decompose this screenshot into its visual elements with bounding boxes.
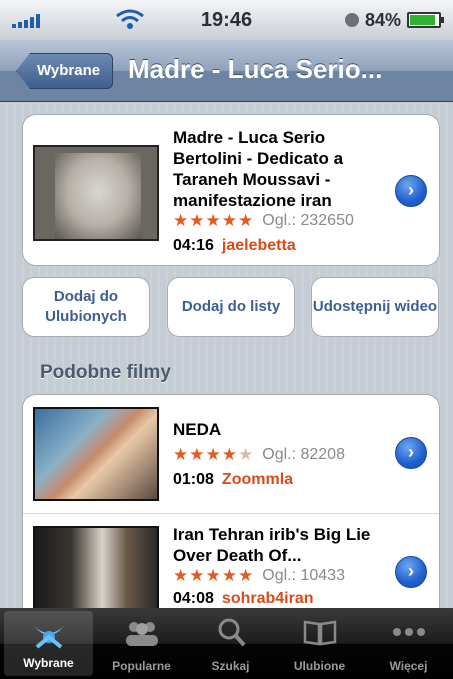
video-detail-card[interactable]: Madre - Luca Serio Bertolini - Dedicato …	[22, 114, 440, 266]
list-item[interactable]: Iran Tehran irib's Big Lie Over Death Of…	[23, 513, 439, 608]
video-duration: 04:08	[173, 590, 214, 607]
tab-most-viewed[interactable]: Popularne	[97, 608, 186, 679]
video-author[interactable]: sohrab4iran	[222, 590, 314, 608]
video-title: Iran Tehran irib's Big Lie Over Death Of…	[173, 525, 371, 565]
status-bar: 19:46 84%	[0, 0, 453, 40]
tab-bookmarks[interactable]: Ulubione	[275, 608, 364, 679]
video-author[interactable]: jaelebetta	[222, 237, 296, 255]
tab-label: Popularne	[112, 659, 171, 673]
back-button[interactable]: Wybrane	[16, 53, 114, 89]
sketch-portrait-image	[55, 153, 141, 239]
view-count: Ogl.: 82208	[262, 446, 345, 463]
tab-more[interactable]: Więcej	[364, 608, 453, 679]
more-icon	[392, 628, 425, 636]
related-videos-list: NEDA ★★★★★ Ogl.: 82208 01:08 Zoommla › I…	[22, 394, 440, 608]
rating-stars: ★★★★★	[173, 211, 255, 230]
video-author[interactable]: Zoommla	[222, 471, 293, 489]
tab-bar: Wybrane Popularne Szukaj Ulubione Więcej	[0, 608, 453, 679]
search-icon	[218, 618, 245, 647]
view-count: Ogl.: 10433	[262, 567, 345, 584]
video-title: Madre - Luca Serio Bertolini - Dedicato …	[173, 128, 344, 210]
share-video-button[interactable]: Udostępnij wideo	[311, 277, 439, 337]
tab-search[interactable]: Szukaj	[186, 608, 275, 679]
page-title: Madre - Luca Serio...	[128, 54, 383, 84]
tab-label: Więcej	[389, 659, 428, 673]
video-thumbnail[interactable]	[33, 407, 159, 501]
featured-icon	[32, 625, 65, 649]
add-to-favorites-button[interactable]: Dodaj do Ulubionych	[22, 277, 150, 337]
rating-stars: ★★★★★	[173, 445, 255, 464]
content-area[interactable]: Madre - Luca Serio Bertolini - Dedicato …	[0, 102, 453, 608]
status-time: 19:46	[200, 8, 253, 31]
list-item[interactable]: NEDA ★★★★★ Ogl.: 82208 01:08 Zoommla ›	[23, 395, 439, 511]
video-duration: 01:08	[173, 471, 214, 488]
add-to-playlist-button[interactable]: Dodaj do listy	[167, 277, 295, 337]
navigation-bar: Wybrane Madre - Luca Serio...	[0, 40, 453, 102]
tab-featured[interactable]: Wybrane	[4, 611, 93, 676]
tab-label: Wybrane	[23, 656, 74, 670]
most-viewed-icon	[125, 622, 158, 646]
bookmarks-icon	[303, 620, 336, 646]
related-videos-heading: Podobne filmy	[40, 362, 171, 383]
video-thumbnail[interactable]	[33, 526, 159, 608]
tab-label: Szukaj	[211, 659, 250, 673]
video-title: NEDA	[173, 420, 222, 439]
battery-icon	[407, 12, 444, 28]
rating-stars: ★★★★★	[173, 566, 255, 585]
disclosure-chevron-icon[interactable]: ›	[395, 437, 427, 469]
view-count: Ogl.: 232650	[262, 212, 354, 229]
disclosure-chevron-icon[interactable]: ›	[395, 175, 427, 207]
video-thumbnail[interactable]	[33, 145, 159, 241]
video-duration: 04:16	[173, 237, 214, 254]
disclosure-chevron-icon[interactable]: ›	[395, 556, 427, 588]
tab-label: Ulubione	[293, 659, 346, 673]
